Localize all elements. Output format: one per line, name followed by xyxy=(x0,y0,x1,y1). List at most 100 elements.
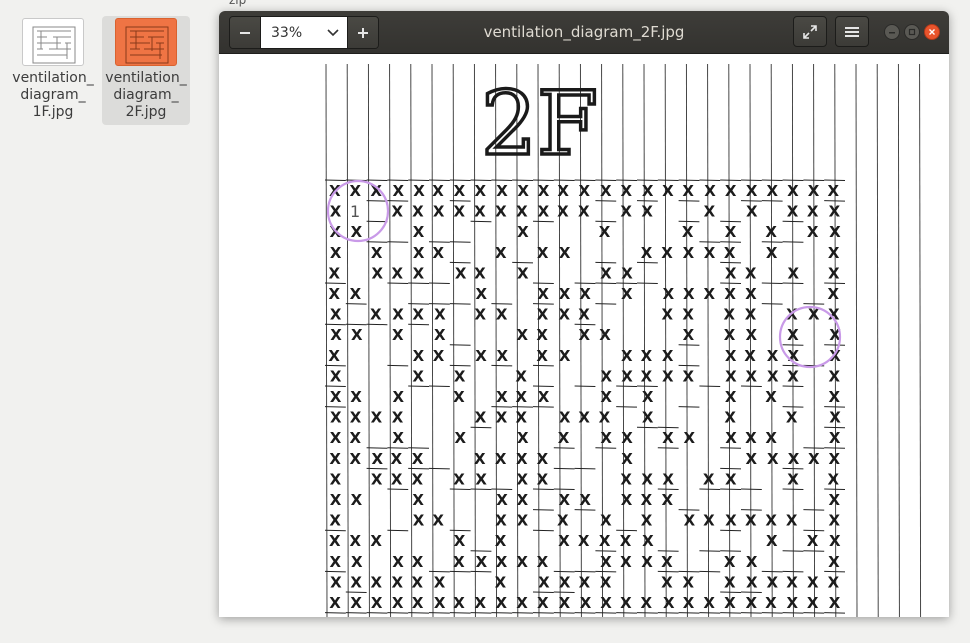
cell-mark: X xyxy=(496,553,508,571)
cell-mark: X xyxy=(620,203,632,221)
wall-line xyxy=(449,179,471,181)
cell-mark: X xyxy=(516,594,528,612)
cell-mark: X xyxy=(557,203,569,221)
cell-mark: X xyxy=(455,429,467,447)
wall-line xyxy=(616,385,638,387)
desktop-file-1f[interactable]: ventilation_ diagram_ 1F.jpg xyxy=(9,16,97,125)
maze-thumbnail-icon xyxy=(32,26,76,64)
cell-mark: X xyxy=(620,470,632,488)
maximize-button[interactable] xyxy=(904,24,920,40)
wall-line xyxy=(740,200,762,202)
wall-line xyxy=(366,467,388,470)
cell-mark: X xyxy=(682,306,694,324)
wall-line xyxy=(491,406,513,408)
close-button[interactable] xyxy=(924,24,940,40)
diagram-mark-1: 1 xyxy=(350,202,360,221)
wall-line xyxy=(803,447,825,449)
wall-line xyxy=(428,179,450,181)
cell-mark: X xyxy=(579,326,591,344)
wall-line xyxy=(824,200,846,202)
cell-mark: X xyxy=(330,573,342,591)
wall-line xyxy=(761,303,783,305)
cell-mark: X xyxy=(350,285,362,303)
cell-mark: X xyxy=(725,264,737,282)
cell-mark: X xyxy=(767,347,779,365)
minimize-button[interactable] xyxy=(884,24,900,40)
wall-line xyxy=(366,179,388,181)
zoom-in-button[interactable] xyxy=(347,17,378,48)
cell-mark: X xyxy=(828,367,840,385)
cell-mark: X xyxy=(350,594,362,612)
cell-mark: X xyxy=(330,388,342,406)
wall-line xyxy=(720,550,742,552)
wall-line xyxy=(740,509,762,511)
cell-mark: X xyxy=(662,347,674,365)
wall-line xyxy=(595,550,617,552)
minimize-icon xyxy=(889,32,895,34)
desktop-top-label: zip xyxy=(229,0,247,7)
file-name: ventilation_ diagram_ 1F.jpg xyxy=(12,70,94,120)
wall-line xyxy=(387,179,409,181)
cell-mark: X xyxy=(433,347,445,365)
image-canvas[interactable]: 2F XXXXXXXXXXXXXXXXXXXXXXXXXXXXXXXXXXXXX… xyxy=(219,54,949,617)
wall-line xyxy=(449,488,471,490)
cell-mark: X xyxy=(724,326,736,344)
wall-line xyxy=(761,241,783,243)
wall-line xyxy=(449,570,471,573)
wall-line xyxy=(782,179,804,181)
wall-line xyxy=(636,426,658,429)
cell-mark: X xyxy=(642,388,654,406)
cell-mark: X xyxy=(641,470,653,488)
wall-line xyxy=(740,591,762,593)
cell-mark: X xyxy=(745,594,757,612)
cell-mark: X xyxy=(557,512,569,530)
cell-mark: X xyxy=(746,553,758,571)
wall-line xyxy=(720,282,742,284)
wall-line xyxy=(720,220,742,223)
cell-mark: X xyxy=(599,532,611,550)
cell-mark: X xyxy=(745,429,757,447)
wall-line xyxy=(408,179,430,181)
plus-icon xyxy=(358,27,368,38)
cell-mark: X xyxy=(662,470,674,488)
desktop-file-2f[interactable]: ventilation_ diagram_ 2F.jpg xyxy=(102,16,190,125)
cell-mark: X xyxy=(413,347,425,365)
cell-mark: X xyxy=(559,347,571,365)
ruled-line xyxy=(325,63,328,617)
maze-thumbnail-icon xyxy=(125,26,169,64)
wall-line xyxy=(470,426,492,429)
cell-mark: X xyxy=(621,429,633,447)
wall-line xyxy=(740,385,762,387)
wall-line xyxy=(678,200,700,202)
wall-line xyxy=(532,509,554,511)
cell-mark: X xyxy=(351,491,363,509)
cell-mark: X xyxy=(724,285,736,303)
cell-mark: X xyxy=(495,594,507,612)
menu-button[interactable] xyxy=(835,16,869,47)
zoom-level-field[interactable]: 33% xyxy=(261,17,347,48)
cell-mark: X xyxy=(725,347,737,365)
zoom-out-button[interactable] xyxy=(230,17,261,48)
titlebar[interactable]: 33% ventilation_diagram_2F.jpg xyxy=(219,11,949,54)
cell-mark: X xyxy=(807,594,819,612)
cell-mark: X xyxy=(828,573,840,591)
wall-line xyxy=(512,179,534,181)
zoom-level-value: 33% xyxy=(271,24,303,41)
fullscreen-button[interactable] xyxy=(793,16,827,47)
cell-mark: X xyxy=(516,203,528,221)
cell-mark: X xyxy=(474,264,486,282)
wall-line xyxy=(824,179,846,181)
cell-mark: X xyxy=(786,573,798,591)
wall-line xyxy=(595,261,617,264)
cell-mark: X xyxy=(330,491,342,509)
wall-line xyxy=(761,570,783,573)
cell-mark: X xyxy=(392,429,404,447)
wall-line xyxy=(345,323,367,326)
minus-icon xyxy=(240,31,250,34)
cell-mark: X xyxy=(745,306,757,324)
cell-mark: X xyxy=(412,367,424,385)
cell-mark: X xyxy=(787,203,799,221)
cell-mark: X xyxy=(474,306,486,324)
cell-mark: X xyxy=(329,512,341,530)
wall-line xyxy=(636,385,658,387)
